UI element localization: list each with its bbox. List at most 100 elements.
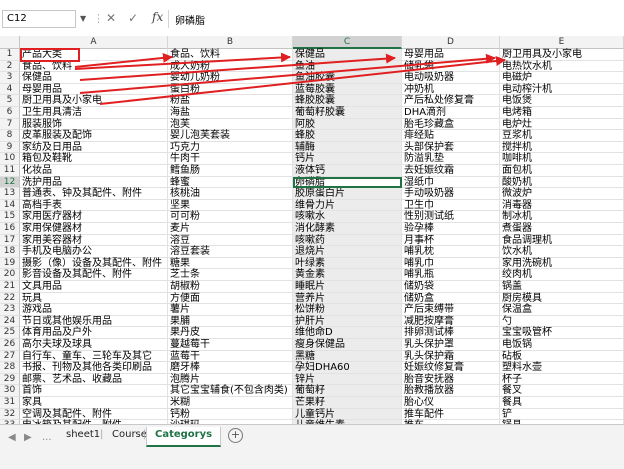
column-header-a[interactable]: A — [20, 36, 168, 49]
name-box-dropdown-icon[interactable]: ▼ — [80, 14, 86, 23]
row-header[interactable]: 5 — [0, 95, 20, 107]
tab-categorys[interactable]: Categorys — [146, 427, 222, 447]
cell-c32[interactable]: 儿童钙片 — [293, 408, 402, 421]
cell-d14[interactable]: 卫生巾 — [402, 199, 500, 212]
cell-d1[interactable]: 母婴用品 — [402, 49, 500, 61]
cell-e2[interactable]: 电热饮水机 — [500, 60, 624, 73]
cell-b23[interactable]: 薯片 — [168, 304, 293, 316]
cell-d8[interactable]: 痱经贴 — [402, 130, 500, 142]
row-header[interactable]: 25 — [0, 327, 20, 339]
cell-d12[interactable]: 湿纸巾 — [402, 176, 500, 189]
cell-c6[interactable]: 葡萄籽胶囊 — [293, 107, 402, 119]
cell-c28[interactable]: 孕妇DHA60 — [293, 362, 402, 374]
cell-a12[interactable]: 洗护用品 — [20, 176, 168, 189]
cell-d21[interactable]: 储奶袋 — [402, 281, 500, 293]
row-header[interactable]: 13 — [0, 188, 20, 200]
cell-e18[interactable]: 饮水机 — [500, 246, 624, 258]
cell-b16[interactable]: 麦片 — [168, 223, 293, 235]
cell-e28[interactable]: 塑料水壶 — [500, 362, 624, 374]
cell-a14[interactable]: 高档手表 — [20, 199, 168, 212]
cell-a29[interactable]: 邮票、艺术品、收藏品 — [20, 373, 168, 386]
cell-d17[interactable]: 月事杯 — [402, 234, 500, 247]
cell-b14[interactable]: 坚果 — [168, 199, 293, 212]
cell-c18[interactable]: 退烧片 — [293, 246, 402, 258]
cell-d18[interactable]: 哺乳枕 — [402, 246, 500, 258]
cell-c5[interactable]: 蜂胶胶囊 — [293, 95, 402, 107]
cell-a4[interactable]: 母婴用品 — [20, 83, 168, 96]
row-header[interactable]: 10 — [0, 153, 20, 165]
cell-a21[interactable]: 文具用品 — [20, 281, 168, 293]
cell-c12[interactable]: 卵磷脂 — [293, 176, 402, 189]
cell-c4[interactable]: 蓝莓胶囊 — [293, 83, 402, 96]
cell-a1[interactable]: 产品大类 — [20, 49, 168, 61]
cell-b10[interactable]: 牛肉干 — [168, 153, 293, 165]
cell-e12[interactable]: 酸奶机 — [500, 176, 624, 189]
cancel-icon[interactable]: ✕ — [106, 11, 116, 25]
cell-d26[interactable]: 乳头保护罩 — [402, 339, 500, 351]
cell-a6[interactable]: 卫生用具清洁 — [20, 107, 168, 119]
cell-b8[interactable]: 婴儿泡芙套装 — [168, 130, 293, 142]
cell-a32[interactable]: 空调及其配件、附件 — [20, 408, 168, 421]
cell-e25[interactable]: 宝宝吸管杯 — [500, 327, 624, 339]
cell-a7[interactable]: 服装服饰 — [20, 118, 168, 131]
cell-b5[interactable]: 粉盐 — [168, 95, 293, 107]
column-header-d[interactable]: D — [402, 36, 500, 49]
cell-c3[interactable]: 鱼油胶囊 — [293, 72, 402, 84]
cell-c16[interactable]: 消化酵素 — [293, 223, 402, 235]
cell-e22[interactable]: 厨房模具 — [500, 292, 624, 305]
cell-c10[interactable]: 钙片 — [293, 153, 402, 165]
cell-b17[interactable]: 溶豆 — [168, 234, 293, 247]
cell-b1[interactable]: 食品、饮料 — [168, 49, 293, 61]
cell-c31[interactable]: 芒果籽 — [293, 397, 402, 409]
cell-d7[interactable]: 胎毛珍藏盒 — [402, 118, 500, 131]
cell-b28[interactable]: 磨牙棒 — [168, 362, 293, 374]
enter-icon[interactable]: ✓ — [128, 11, 138, 25]
cell-d2[interactable]: 储乳袋 — [402, 60, 500, 73]
cell-a13[interactable]: 普通表、钟及其配件、附件 — [20, 188, 168, 200]
row-header[interactable]: 12 — [0, 176, 20, 189]
row-header[interactable]: 11 — [0, 165, 20, 177]
cell-b13[interactable]: 核桃油 — [168, 188, 293, 200]
row-header[interactable]: 7 — [0, 118, 20, 131]
row-header[interactable]: 29 — [0, 373, 20, 386]
cell-e27[interactable]: 砧板 — [500, 350, 624, 363]
cell-b3[interactable]: 婴幼儿奶粉 — [168, 72, 293, 84]
cell-a3[interactable]: 保健品 — [20, 72, 168, 84]
cell-b15[interactable]: 可可粉 — [168, 211, 293, 223]
cell-b20[interactable]: 芝士条 — [168, 269, 293, 281]
cell-a8[interactable]: 皮革服装及配饰 — [20, 130, 168, 142]
cell-b25[interactable]: 果丹皮 — [168, 327, 293, 339]
cell-d24[interactable]: 减肥按摩膏 — [402, 315, 500, 328]
cell-b26[interactable]: 蔓越莓干 — [168, 339, 293, 351]
cell-b32[interactable]: 钙粉 — [168, 408, 293, 421]
cell-b9[interactable]: 巧克力 — [168, 141, 293, 154]
cell-d10[interactable]: 防溢乳垫 — [402, 153, 500, 165]
cell-a23[interactable]: 游戏品 — [20, 304, 168, 316]
cell-b31[interactable]: 米糊 — [168, 397, 293, 409]
cell-a11[interactable]: 化妆品 — [20, 165, 168, 177]
row-header[interactable]: 20 — [0, 269, 20, 281]
cell-a22[interactable]: 玩具 — [20, 292, 168, 305]
row-header[interactable]: 22 — [0, 292, 20, 305]
row-header[interactable]: 23 — [0, 304, 20, 316]
cell-e4[interactable]: 电动榨汁机 — [500, 83, 624, 96]
cell-e19[interactable]: 家用洗碗机 — [500, 257, 624, 270]
next-sheet-icon[interactable]: ▶ — [24, 432, 32, 443]
cell-e13[interactable]: 微波炉 — [500, 188, 624, 200]
row-header[interactable]: 18 — [0, 246, 20, 258]
cell-e16[interactable]: 煮蛋器 — [500, 223, 624, 235]
cell-a31[interactable]: 家具 — [20, 397, 168, 409]
cell-c9[interactable]: 辅酶 — [293, 141, 402, 154]
cell-d32[interactable]: 推车配件 — [402, 408, 500, 421]
row-header[interactable]: 3 — [0, 72, 20, 84]
row-header[interactable]: 8 — [0, 130, 20, 142]
cell-b24[interactable]: 果脯 — [168, 315, 293, 328]
cell-b30[interactable]: 其它宝宝辅食(不包含肉类) — [168, 385, 293, 397]
row-header[interactable]: 4 — [0, 83, 20, 96]
cell-e31[interactable]: 餐具 — [500, 397, 624, 409]
row-header[interactable]: 21 — [0, 281, 20, 293]
cell-b19[interactable]: 糖果 — [168, 257, 293, 270]
cell-d13[interactable]: 手动吸奶器 — [402, 188, 500, 200]
cell-e20[interactable]: 绞肉机 — [500, 269, 624, 281]
cell-b4[interactable]: 蛋白粉 — [168, 83, 293, 96]
